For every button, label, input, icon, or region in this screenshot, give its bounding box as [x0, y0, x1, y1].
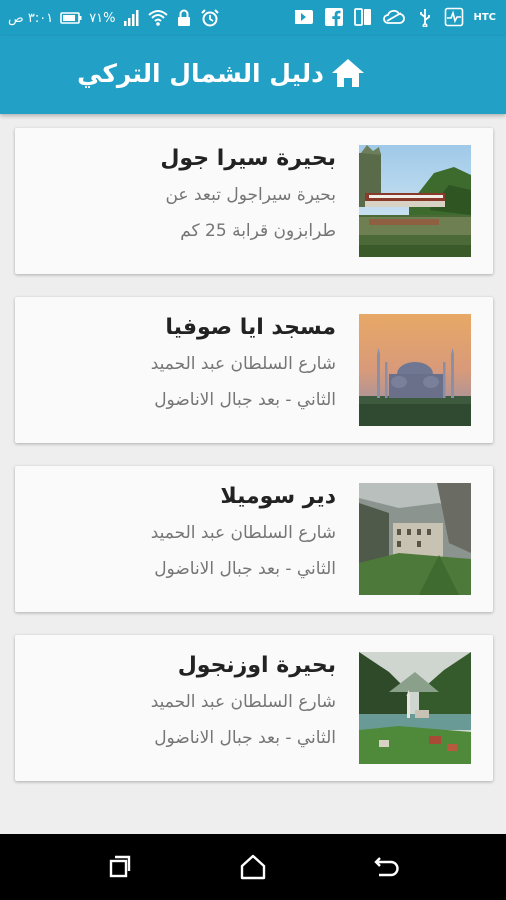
- app-title: دليل الشمال التركي: [77, 58, 324, 88]
- signal-icon: [123, 10, 139, 26]
- battery-percent: ٧١%: [89, 10, 116, 26]
- place-text: بحيرة اوزنجول شارع السلطان عبد الحميد ال…: [36, 649, 336, 755]
- lock-icon: [177, 9, 190, 26]
- place-desc-line2: الثاني - بعد جبال الاناضول: [154, 390, 336, 410]
- place-card[interactable]: بحيرة سيرا جول بحيرة سيراجول تبعد عن طرا…: [15, 128, 493, 274]
- back-icon[interactable]: [370, 850, 404, 884]
- place-card[interactable]: دير سوميلا شارع السلطان عبد الحميد الثان…: [15, 466, 493, 612]
- place-name: مسجد ايا صوفيا: [165, 315, 336, 340]
- notification-icons: HTC: [291, 7, 496, 27]
- place-desc-line2: الثاني - بعد جبال الاناضول: [154, 559, 336, 579]
- place-text: مسجد ايا صوفيا شارع السلطان عبد الحميد ا…: [36, 311, 336, 417]
- status-bar: ٣:٠١ ص ٧١% HTC: [0, 0, 506, 36]
- clock: ٣:٠١ ص: [8, 10, 54, 26]
- dual-sim-icon: [354, 8, 372, 26]
- place-text: دير سوميلا شارع السلطان عبد الحميد الثان…: [36, 480, 336, 586]
- alarm-icon: [200, 9, 219, 27]
- place-desc-line1: شارع السلطان عبد الحميد: [150, 354, 336, 374]
- htc-icon: HTC: [473, 11, 496, 23]
- home-icon[interactable]: [330, 56, 366, 90]
- sumela-monastery-photo: [359, 483, 471, 595]
- hagia-sophia-photo: [359, 314, 471, 426]
- place-name: بحيرة سيرا جول: [160, 146, 336, 171]
- place-desc-line1: شارع السلطان عبد الحميد: [150, 692, 336, 712]
- usb-icon: [420, 9, 431, 27]
- play-store-icon: [295, 10, 314, 24]
- cloud-sync-icon: [383, 9, 406, 24]
- system-nav-bar: [0, 834, 506, 900]
- status-left: ٣:٠١ ص ٧١%: [8, 8, 220, 28]
- place-card[interactable]: بحيرة اوزنجول شارع السلطان عبد الحميد ال…: [15, 635, 493, 781]
- facebook-icon: [325, 8, 344, 26]
- place-name: بحيرة اوزنجول: [177, 653, 336, 678]
- wifi-icon: [147, 10, 168, 26]
- place-card[interactable]: مسجد ايا صوفيا شارع السلطان عبد الحميد ا…: [15, 297, 493, 443]
- place-desc-line1: بحيرة سيراجول تبعد عن: [165, 185, 336, 205]
- pulse-icon: [445, 7, 464, 27]
- lake-village-photo: [359, 145, 471, 257]
- battery-icon: [60, 12, 82, 24]
- place-text: بحيرة سيرا جول بحيرة سيراجول تبعد عن طرا…: [36, 142, 336, 248]
- place-desc-line2: الثاني - بعد جبال الاناضول: [154, 728, 336, 748]
- recents-icon[interactable]: [102, 850, 136, 884]
- place-name: دير سوميلا: [220, 484, 336, 509]
- place-desc-line2: طرابزون قرابة 25 كم: [180, 221, 336, 241]
- uzungol-lake-photo: [359, 652, 471, 764]
- place-desc-line1: شارع السلطان عبد الحميد: [150, 523, 336, 543]
- app-bar: دليل الشمال التركي: [0, 36, 506, 114]
- home-nav-icon[interactable]: [236, 850, 270, 884]
- app-title-group: دليل الشمال التركي: [77, 56, 366, 90]
